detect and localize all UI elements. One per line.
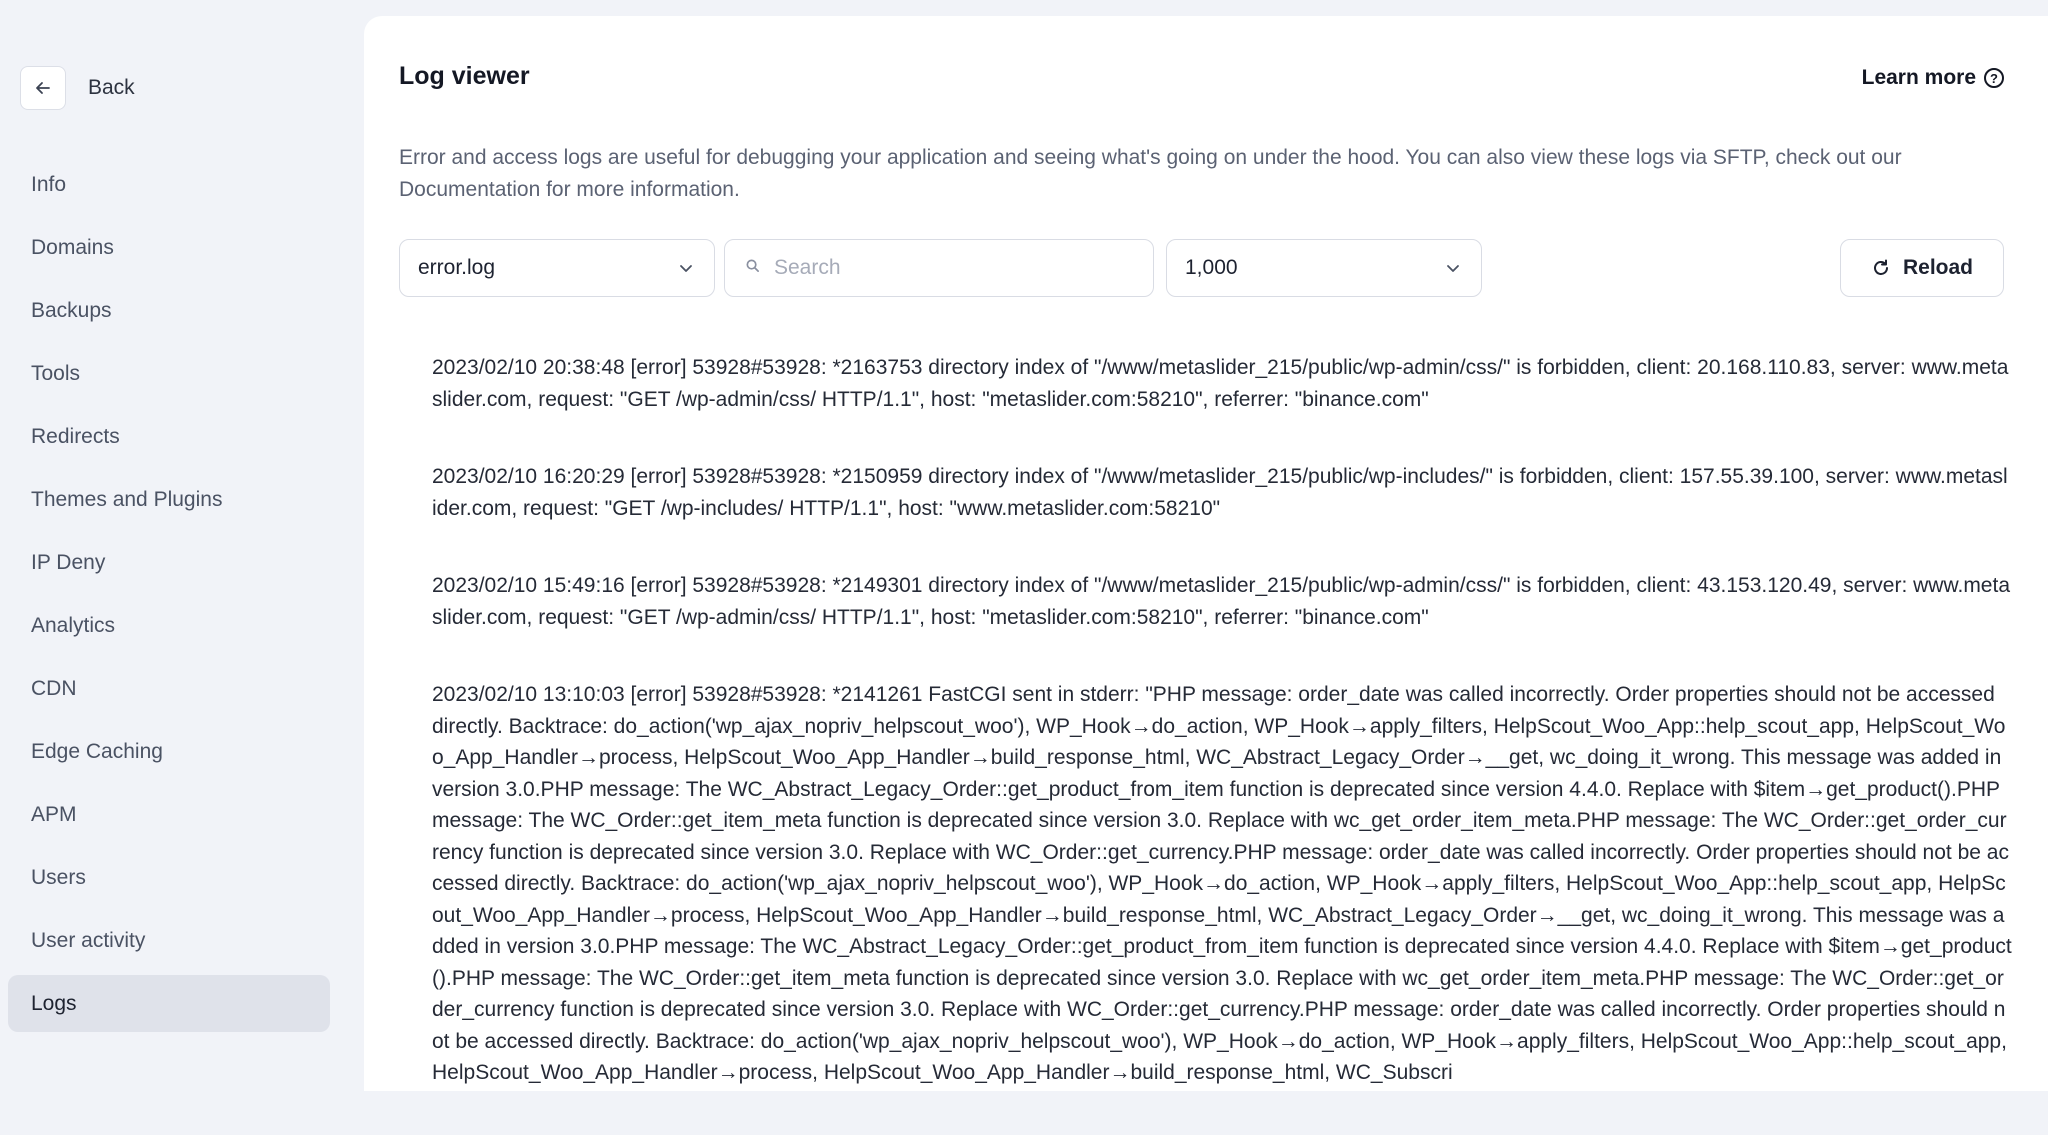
log-entry: 2023/02/10 16:20:29 [error] 53928#53928:… (432, 465, 2008, 520)
back-arrow-icon[interactable] (20, 66, 66, 110)
search-box[interactable] (724, 239, 1154, 297)
sidebar: Back Info Domains Backups Tools Redirect… (0, 0, 364, 1075)
sidebar-item-info[interactable]: Info (8, 156, 330, 213)
reload-button[interactable]: Reload (1840, 239, 2004, 297)
sidebar-item-users[interactable]: Users (8, 849, 330, 906)
log-entry: 2023/02/10 15:49:16 [error] 53928#53928:… (432, 574, 2011, 629)
back-button[interactable]: Back (20, 66, 135, 110)
help-circle-icon[interactable]: ? (1984, 68, 2004, 88)
sidebar-item-domains[interactable]: Domains (8, 219, 330, 276)
page-title: Log viewer (399, 62, 530, 90)
sidebar-item-ip-deny[interactable]: IP Deny (8, 534, 330, 591)
log-file-value[interactable]: error.log (418, 256, 495, 280)
sidebar-item-edge-caching[interactable]: Edge Caching (8, 723, 330, 780)
log-controls: error.log 1,000 Reload (399, 239, 2004, 297)
sidebar-item-backups[interactable]: Backups (8, 282, 330, 339)
refresh-icon[interactable] (1871, 258, 1891, 278)
learn-more-label[interactable]: Learn more (1862, 66, 1976, 90)
log-file-select[interactable]: error.log (399, 239, 715, 297)
log-output: 2023/02/10 20:38:48 [error] 53928#53928:… (432, 352, 2012, 1135)
sidebar-item-tools[interactable]: Tools (8, 345, 330, 402)
line-count-select[interactable]: 1,000 (1166, 239, 1482, 297)
sidebar-item-analytics[interactable]: Analytics (8, 597, 330, 654)
line-count-value[interactable]: 1,000 (1185, 256, 1238, 280)
sidebar-item-logs[interactable]: Logs (8, 975, 330, 1032)
search-icon (745, 258, 760, 278)
search-input[interactable] (774, 256, 1134, 280)
main-panel: Log viewer Learn more ? Error and access… (364, 16, 2048, 1091)
sidebar-item-user-activity[interactable]: User activity (8, 912, 330, 969)
log-entry: 2023/02/10 20:38:48 [error] 53928#53928:… (432, 356, 2009, 411)
sidebar-item-themes-and-plugins[interactable]: Themes and Plugins (8, 471, 330, 528)
sidebar-nav: Info Domains Backups Tools Redirects The… (8, 156, 330, 1038)
learn-more-link[interactable]: Learn more ? (1862, 66, 2004, 90)
back-label[interactable]: Back (88, 76, 135, 100)
sidebar-item-redirects[interactable]: Redirects (8, 408, 330, 465)
sidebar-item-cdn[interactable]: CDN (8, 660, 330, 717)
log-entry: 2023/02/10 13:10:03 [error] 53928#53928:… (432, 683, 2012, 1084)
page-description: Error and access logs are useful for deb… (399, 146, 1902, 201)
chevron-down-icon[interactable] (678, 258, 694, 282)
chevron-down-icon[interactable] (1445, 258, 1461, 282)
sidebar-item-apm[interactable]: APM (8, 786, 330, 843)
reload-label[interactable]: Reload (1903, 256, 1973, 280)
